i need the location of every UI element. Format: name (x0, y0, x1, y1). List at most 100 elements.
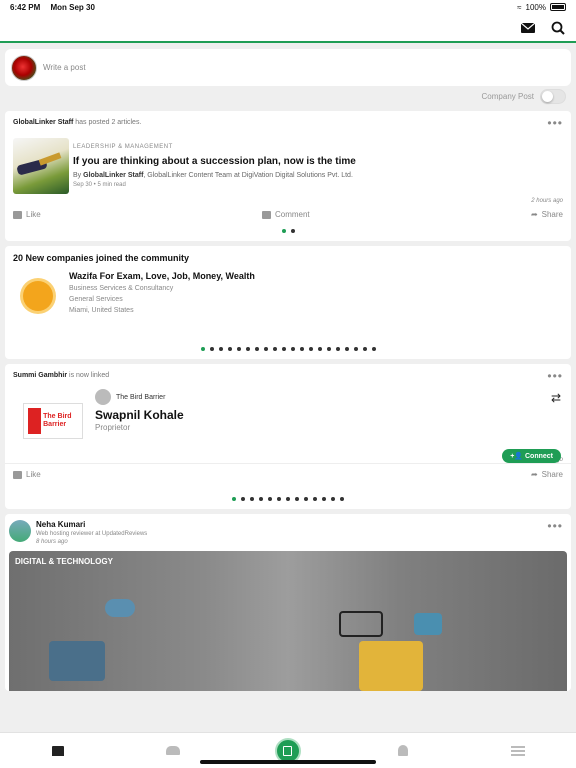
pager-dot[interactable] (281, 347, 286, 351)
chat-bubble-icon (359, 641, 423, 691)
chat-bubble-icon (339, 611, 383, 637)
pager-dot[interactable] (236, 347, 241, 351)
thumbs-up-icon (13, 470, 22, 479)
bottom-tab-bar (0, 732, 576, 768)
pager-dot[interactable] (227, 347, 232, 351)
post-time: 4 hours ago (5, 453, 571, 463)
profile-name[interactable]: Swapnil Kohale (95, 409, 184, 422)
linked-card-header: Summi Gambhir is now linked (13, 372, 109, 379)
article-item[interactable]: LEADERSHIP & MANAGEMENT If you are think… (5, 126, 571, 194)
profile-company-name[interactable]: The Bird Barrier (116, 394, 165, 401)
avatar (11, 54, 37, 81)
add-user-icon: +👤 (510, 453, 524, 460)
company-post-row: Company Post (0, 86, 576, 106)
pager-dot[interactable] (344, 347, 349, 351)
chat-bubble-icon (49, 641, 105, 681)
companies-pager[interactable] (5, 321, 571, 359)
tab-home[interactable] (38, 736, 78, 766)
article-title[interactable]: If you are thinking about a succession p… (73, 156, 563, 167)
company-name[interactable]: Wazifa For Exam, Love, Job, Money, Wealt… (69, 271, 255, 281)
pager-dot[interactable] (209, 347, 214, 351)
pager-dot[interactable] (322, 497, 326, 501)
pager-dot[interactable] (313, 497, 317, 501)
share-button[interactable]: ➦ Share (531, 470, 563, 479)
profile-company: The Bird Barrier (95, 389, 184, 405)
pager-dot[interactable] (353, 347, 358, 351)
pager-dot[interactable] (295, 497, 299, 501)
share-icon: ➦ (530, 210, 538, 219)
pager-dot[interactable] (317, 347, 322, 351)
more-options-icon[interactable]: ••• (547, 520, 563, 532)
article-thumbnail[interactable] (13, 138, 69, 194)
pager-dot[interactable] (299, 347, 304, 351)
poster-name[interactable]: GlobalLinker Staff (13, 119, 73, 126)
pager-dot[interactable] (268, 497, 272, 501)
company-item[interactable]: Wazifa For Exam, Love, Job, Money, Wealt… (5, 263, 571, 321)
pager-dot[interactable] (250, 497, 254, 501)
article-byline: By GlobalLinker Staff, GlobalLinker Cont… (73, 172, 563, 179)
people-icon (165, 746, 180, 755)
avatar[interactable] (9, 520, 31, 542)
connect-button[interactable]: +👤 Connect (502, 449, 561, 463)
article-pager[interactable] (5, 225, 571, 241)
pager-dot[interactable] (286, 497, 290, 501)
pager-dot[interactable] (245, 347, 250, 351)
pager-dot[interactable] (308, 347, 313, 351)
pager-dot[interactable] (277, 497, 281, 501)
article-category: LEADERSHIP & MANAGEMENT (73, 144, 173, 150)
post-time: 2 hours ago (531, 198, 563, 204)
profile-role: Proprietor (95, 423, 131, 432)
tab-notifications[interactable] (383, 736, 423, 766)
pager-dot[interactable] (331, 497, 335, 501)
pager-dot[interactable] (254, 347, 259, 351)
pager-dot[interactable] (290, 229, 295, 233)
company-logo[interactable] (13, 271, 63, 321)
article-meta: Sep 30 • 5 min read (73, 182, 126, 188)
pager-dot[interactable] (200, 347, 205, 351)
tab-menu[interactable] (498, 736, 538, 766)
linked-action: is now linked (69, 372, 110, 379)
linked-pager[interactable] (5, 485, 571, 509)
pager-dot[interactable] (241, 497, 245, 501)
composer-placeholder[interactable]: Write a post (43, 63, 86, 72)
share-button[interactable]: ➦ Share (531, 210, 563, 219)
pager-dot[interactable] (290, 347, 295, 351)
comment-button[interactable]: Comment (261, 210, 310, 219)
post-author[interactable]: Neha Kumari (36, 520, 147, 529)
home-indicator (200, 760, 376, 764)
pager-dot[interactable] (218, 347, 223, 351)
more-options-icon[interactable]: ••• (547, 370, 563, 382)
pager-dot[interactable] (335, 347, 340, 351)
search-icon[interactable] (550, 20, 566, 36)
more-options-icon[interactable]: ••• (547, 117, 563, 129)
new-companies-heading: 20 New companies joined the community (13, 253, 190, 263)
linked-profile[interactable]: The Bird Barrier The Bird Barrier Swapni… (5, 379, 571, 463)
post-composer[interactable]: Write a post (5, 49, 571, 86)
poster-action: has posted 2 articles. (75, 119, 142, 126)
company-post-toggle[interactable] (540, 88, 566, 104)
pager-dot[interactable] (281, 229, 286, 233)
post-actions: Like ➦ Share (5, 463, 571, 485)
like-button[interactable]: Like (13, 470, 41, 479)
post-image[interactable]: DIGITAL & TECHNOLOGY (9, 551, 567, 691)
pager-dot[interactable] (340, 497, 344, 501)
pager-dot[interactable] (371, 347, 376, 351)
comment-icon (261, 210, 271, 219)
article-author[interactable]: GlobalLinker Staff (83, 172, 143, 179)
bell-icon (398, 745, 409, 756)
pager-dot[interactable] (259, 497, 263, 501)
tab-network[interactable] (153, 736, 193, 766)
pager-dot[interactable] (232, 497, 236, 501)
bird-barrier-logo: The Bird Barrier (23, 403, 83, 439)
sync-icon[interactable]: ⇄ (551, 391, 561, 405)
like-button[interactable]: Like (13, 210, 41, 219)
pager-dot[interactable] (362, 347, 367, 351)
pager-dot[interactable] (272, 347, 277, 351)
mail-icon[interactable] (520, 20, 536, 36)
pager-dot[interactable] (304, 497, 308, 501)
pager-dot[interactable] (326, 347, 331, 351)
company-category: Business Services & Consultancy (69, 285, 174, 292)
status-date: Mon Sep 30 (50, 2, 95, 12)
pager-dot[interactable] (263, 347, 268, 351)
linked-person[interactable]: Summi Gambhir (13, 372, 67, 379)
